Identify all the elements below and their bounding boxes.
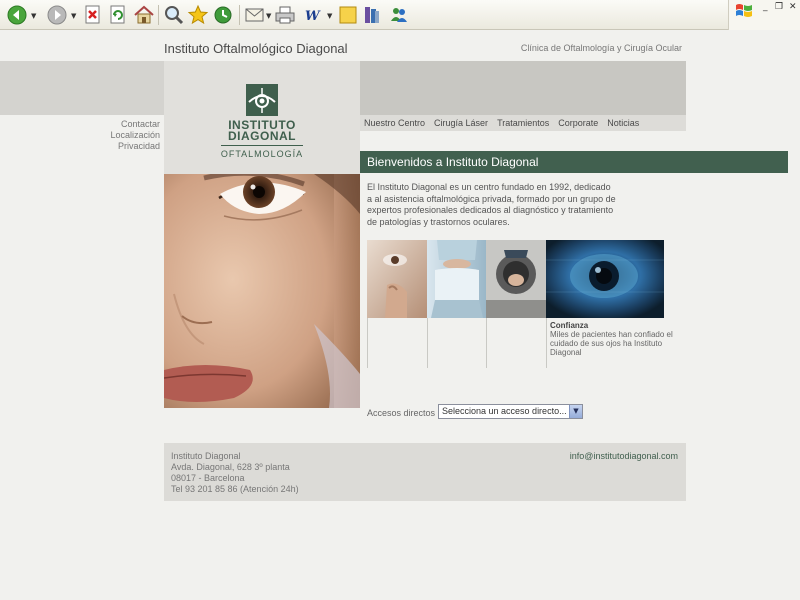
history-icon[interactable] xyxy=(212,4,234,26)
restore-icon[interactable]: ❐ xyxy=(775,2,783,12)
footer-line: Tel 93 201 85 86 (Atención 24h) xyxy=(171,484,299,494)
quick-access-select[interactable]: Selecciona un acceso directo... ▼ xyxy=(438,404,583,419)
footer-email-link[interactable]: info@institutodiagonal.com xyxy=(570,451,678,461)
quick-access-label: Accesos directos xyxy=(367,408,436,418)
svg-text:W: W xyxy=(305,9,321,24)
logo-line-3: OFTALMOLOGÍA xyxy=(220,149,304,159)
nav-item-cirugia-laser[interactable]: Cirugía Láser xyxy=(434,118,488,128)
location-link[interactable]: Localización xyxy=(0,130,160,141)
thumbnail-strip: Confianza Miles de pacientes han confiad… xyxy=(367,240,673,372)
thumb-exam-device[interactable] xyxy=(486,240,546,318)
footer-line: Avda. Diagonal, 628 3º planta xyxy=(171,462,290,472)
privacy-link[interactable]: Privacidad xyxy=(0,141,160,152)
nav-item-noticias[interactable]: Noticias xyxy=(607,118,639,128)
stop-icon[interactable] xyxy=(84,4,102,26)
logo-line-2: DIAGONAL xyxy=(228,129,296,143)
refresh-icon[interactable] xyxy=(109,4,127,26)
edit-icon[interactable]: W xyxy=(302,4,324,26)
eye-logo-icon xyxy=(246,84,278,116)
nav-item-nuestro-centro[interactable]: Nuestro Centro xyxy=(364,118,425,128)
welcome-title: Bienvenidos a Instituto Diagonal xyxy=(360,151,788,173)
feature-text: Miles de pacientes han confiado el cuida… xyxy=(550,330,673,357)
chevron-down-icon[interactable]: ▼ xyxy=(569,405,582,418)
notes-icon[interactable] xyxy=(338,4,358,26)
minimize-icon[interactable]: _ xyxy=(763,2,768,12)
footer-address: Instituto Diagonal Avda. Diagonal, 628 3… xyxy=(171,451,299,495)
site-title: Instituto Oftalmológico Diagonal xyxy=(164,41,348,56)
footer-line: 08017 - Barcelona xyxy=(171,473,245,483)
print-icon[interactable] xyxy=(274,4,296,26)
mail-dropdown-icon[interactable]: ▼ xyxy=(266,12,271,20)
nav-item-tratamientos[interactable]: Tratamientos xyxy=(497,118,549,128)
contact-link[interactable]: Contactar xyxy=(0,119,160,130)
hero-face-image xyxy=(164,174,360,408)
research-icon[interactable] xyxy=(362,4,382,26)
side-links: Contactar Localización Privacidad xyxy=(0,119,160,152)
thumb-divider xyxy=(427,318,428,368)
favorites-icon[interactable] xyxy=(187,4,209,26)
thumb-divider xyxy=(486,318,487,368)
mail-icon[interactable] xyxy=(244,4,266,26)
main-nav: Nuestro Centro Cirugía Láser Tratamiento… xyxy=(360,115,686,131)
footer-line: Instituto Diagonal xyxy=(171,451,241,461)
site-tagline: Clínica de Oftalmología y Cirugía Ocular xyxy=(520,43,682,53)
thumb-divider xyxy=(546,318,547,368)
thumb-eye-closeup[interactable] xyxy=(546,240,664,318)
thumb-face-touch[interactable] xyxy=(367,240,427,318)
toolbar-separator xyxy=(158,5,159,25)
home-icon[interactable] xyxy=(133,4,155,26)
toolbar-separator xyxy=(239,5,240,25)
window-controls: _ ❐ ✕ xyxy=(728,0,800,30)
nav-item-corporate[interactable]: Corporate xyxy=(558,118,598,128)
quick-access-selected: Selecciona un acceso directo... xyxy=(442,406,567,416)
search-icon[interactable] xyxy=(163,4,185,26)
back-dropdown-icon[interactable]: ▼ xyxy=(31,12,36,20)
back-icon[interactable] xyxy=(6,4,28,26)
logo-divider xyxy=(221,145,303,146)
windows-logo-icon xyxy=(736,4,752,17)
header-band-left xyxy=(0,61,164,115)
browser-toolbar: ▼ ▼ ▼ W ▼ _ ❐ ✕ xyxy=(0,0,800,30)
header-band-right xyxy=(360,61,686,115)
thumb-divider xyxy=(367,318,368,368)
forward-icon[interactable] xyxy=(46,4,68,26)
thumb-surgeon[interactable] xyxy=(427,240,486,318)
messenger-icon[interactable] xyxy=(388,4,410,26)
edit-dropdown-icon[interactable]: ▼ xyxy=(327,12,332,20)
forward-dropdown-icon[interactable]: ▼ xyxy=(71,12,76,20)
feature-title: Confianza xyxy=(550,321,589,330)
logo[interactable]: INSTITUTO DIAGONAL OFTALMOLOGÍA xyxy=(164,61,360,174)
close-icon[interactable]: ✕ xyxy=(789,2,797,12)
intro-text: El Instituto Diagonal es un centro funda… xyxy=(367,182,616,227)
footer: Instituto Diagonal Avda. Diagonal, 628 3… xyxy=(164,443,686,501)
